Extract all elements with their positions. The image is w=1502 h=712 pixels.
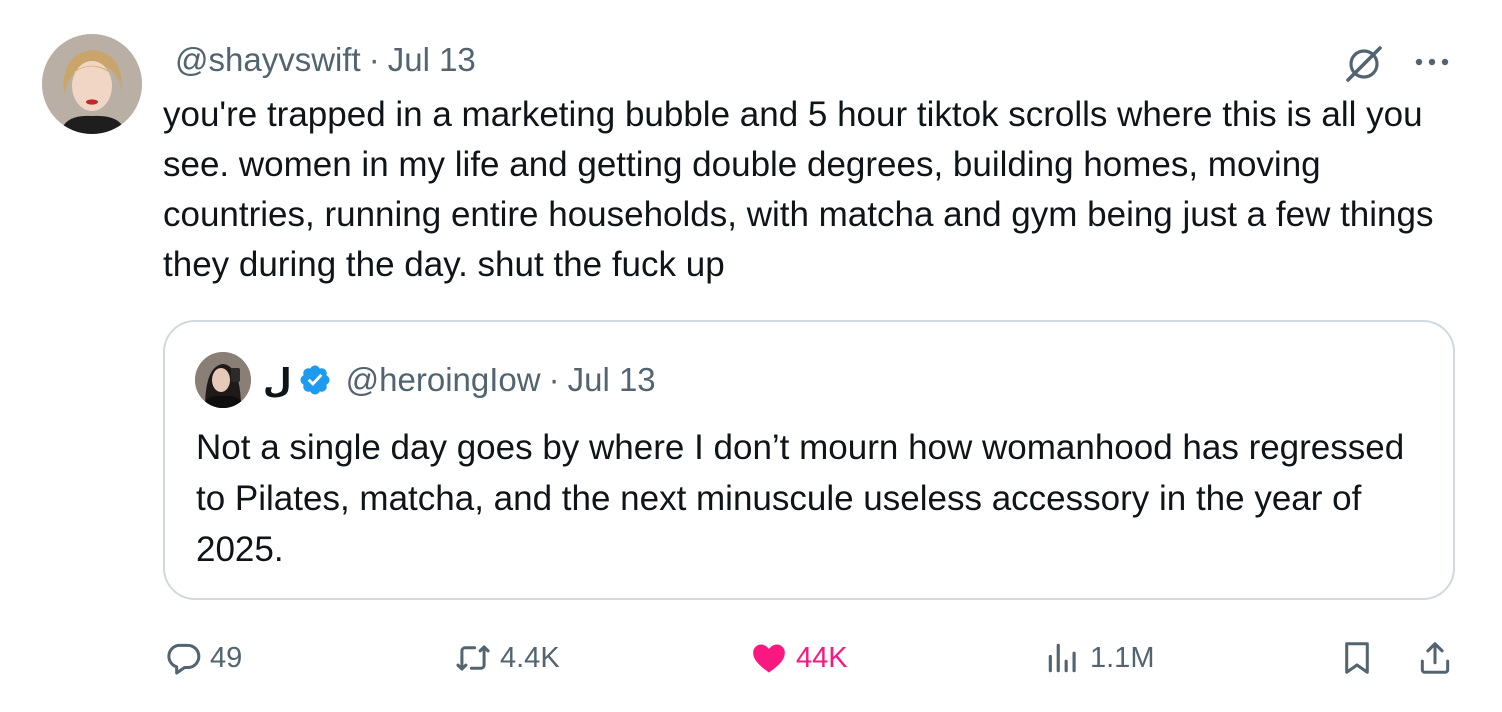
quote-text: Not a single day goes by where I don’t m… bbox=[196, 428, 1405, 569]
views-icon bbox=[1048, 643, 1076, 673]
like-count: 44K bbox=[796, 641, 848, 674]
share-button[interactable] bbox=[1416, 639, 1454, 677]
repost-button[interactable]: 4.4K bbox=[454, 630, 560, 686]
quote-header: ل @heroingIow · Jul 13 bbox=[263, 358, 656, 402]
heart-icon bbox=[753, 644, 785, 673]
grok-icon[interactable] bbox=[1344, 44, 1384, 84]
tweet[interactable]: @shayvswift · Jul 13 you're trapped in a… bbox=[0, 0, 1502, 712]
views-count: 1.1M bbox=[1090, 641, 1155, 674]
quote-date[interactable]: Jul 13 bbox=[568, 361, 656, 399]
more-icon[interactable] bbox=[1412, 48, 1452, 76]
verified-icon bbox=[300, 365, 330, 395]
reply-count: 49 bbox=[210, 641, 243, 674]
avatar[interactable] bbox=[42, 34, 142, 134]
post-date[interactable]: Jul 13 bbox=[388, 41, 476, 79]
repost-icon bbox=[456, 645, 490, 671]
quote-avatar[interactable] bbox=[195, 352, 251, 408]
repost-count: 4.4K bbox=[500, 641, 560, 674]
header-separator: · bbox=[368, 41, 380, 78]
reply-button[interactable]: 49 bbox=[164, 630, 242, 686]
quote-author-name[interactable]: ل bbox=[263, 361, 292, 400]
bookmark-icon bbox=[1345, 642, 1369, 674]
quote-separator: · bbox=[548, 361, 560, 398]
quoted-tweet[interactable]: ل @heroingIow · Jul 13 Not a single day … bbox=[163, 320, 1455, 600]
post-text: you're trapped in a marketing bubble and… bbox=[163, 95, 1434, 284]
reply-icon bbox=[167, 643, 201, 675]
bookmark-button[interactable] bbox=[1338, 639, 1376, 677]
author-handle[interactable]: @shayvswift bbox=[175, 41, 361, 79]
quote-author-handle[interactable]: @heroingIow bbox=[346, 361, 541, 399]
like-button[interactable]: 44K bbox=[750, 630, 848, 686]
action-bar: 49 4.4K 44K 1.1M bbox=[0, 630, 1502, 686]
post-header: @shayvswift · Jul 13 bbox=[175, 38, 476, 82]
views-button[interactable]: 1.1M bbox=[1044, 630, 1154, 686]
share-icon bbox=[1420, 642, 1450, 674]
